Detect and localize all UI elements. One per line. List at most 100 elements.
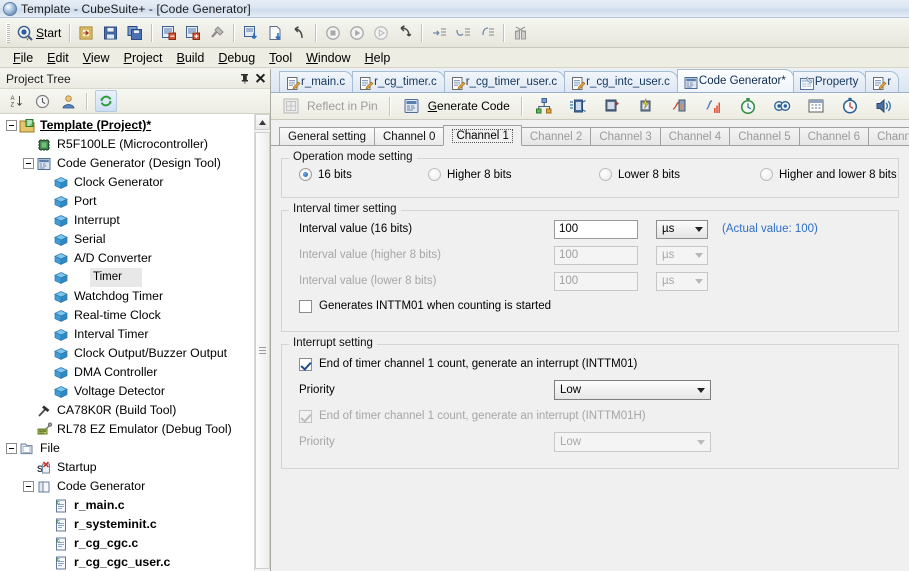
checkbox-indicator[interactable] [299,357,312,371]
sort-az-button[interactable]: A Z [5,90,27,112]
tree-toggle[interactable] [23,158,34,169]
tree-node[interactable]: Interrupt [0,211,254,230]
tree-node[interactable]: Interval Timer [0,325,254,344]
save-all-button[interactable] [123,20,147,46]
download-button[interactable] [239,20,263,46]
menu-view[interactable]: View [76,49,117,67]
step-over-button[interactable] [451,20,475,46]
document-tab[interactable]: r_cg_timer.c [352,71,445,92]
channel-tab[interactable]: General setting [279,127,375,146]
tree-node[interactable]: Timer [0,268,254,287]
step-out-button[interactable] [475,20,499,46]
rebuild-project-button[interactable] [181,20,205,46]
tree-node[interactable]: CA78K0R (Build Tool) [0,401,254,420]
dma-button[interactable] [902,94,909,119]
tree-vertical-scrollbar[interactable] [254,114,270,571]
run-button[interactable] [345,20,369,46]
tree-node[interactable]: c r_main.c [0,496,254,515]
stop-button[interactable] [321,20,345,46]
operation-mode-radio[interactable]: Lower 8 bits [599,168,680,181]
tree-node[interactable]: R5F100LE (Microcontroller) [0,135,254,154]
refresh-button[interactable] [95,90,117,112]
operation-mode-radio[interactable]: Higher and lower 8 bits [760,168,897,181]
serial-button[interactable] [664,94,698,119]
generate-code-button[interactable]: Generate Code [396,94,516,119]
pin-icon[interactable] [236,71,252,87]
step-in-button[interactable] [427,20,451,46]
scrollbar-track[interactable] [255,130,270,571]
tree-node[interactable]: A/D Converter [0,249,254,268]
menu-window[interactable]: Window [299,49,357,67]
save-button[interactable] [99,20,123,46]
tree-node[interactable]: Serial [0,230,254,249]
channel-tab[interactable]: Channel 1 [443,125,522,146]
checkbox-indicator[interactable] [299,299,312,313]
document-tab[interactable]: r_cg_intc_user.c [564,71,678,92]
menu-build[interactable]: Build [170,49,212,67]
tree-node[interactable]: Real-time Clock [0,306,254,325]
interval-value-input[interactable]: 100 [554,219,638,239]
document-tab[interactable]: r_cg_timer_user.c [443,71,566,92]
tree-node[interactable]: DMA Controller [0,363,254,382]
tree-node[interactable]: S Startup [0,458,254,477]
tree-node[interactable]: Code Generator (Design Tool) [0,154,254,173]
priority-select[interactable]: Low [554,380,711,400]
tree-node[interactable]: File [0,439,254,458]
watchdog-button[interactable] [766,94,800,119]
document-tab[interactable]: Property [792,71,867,92]
menu-file[interactable]: File [6,49,40,67]
channel-tab[interactable]: Channel 0 [374,127,445,146]
menu-project[interactable]: Project [117,49,170,67]
tree-node[interactable]: c r_systeminit.c [0,515,254,534]
tree-node[interactable]: Clock Output/Buzzer Output [0,344,254,363]
rtc-button[interactable] [800,94,834,119]
tree-toggle[interactable] [6,443,17,454]
step-run-button[interactable] [369,20,393,46]
return-button[interactable] [393,20,417,46]
document-tab[interactable]: r [865,71,900,92]
interrupt-button[interactable] [630,94,664,119]
project-tree-list[interactable]: Template (Project)* R5F100LE (Microcontro… [0,114,254,571]
generates-inttm01-row[interactable]: Generates INTTM01 when counting is start… [281,294,899,318]
tree-node[interactable]: c r_cg_cgc.c [0,534,254,553]
pin-config-button[interactable] [528,94,562,119]
scrollbar-thumb[interactable] [255,132,270,569]
menu-debug[interactable]: Debug [211,49,262,67]
interval-timer-button[interactable] [834,94,868,119]
tree-node[interactable]: Port [0,192,254,211]
menu-help[interactable]: Help [358,49,398,67]
tree-node[interactable]: Watchdog Timer [0,287,254,306]
tree-node[interactable]: Template (Project)* [0,116,254,135]
tree-toggle[interactable] [6,120,17,131]
start-button[interactable]: Start [13,20,65,46]
scroll-up-button[interactable] [255,114,270,130]
interval-unit-select[interactable]: µs [656,219,708,239]
ad-converter-button[interactable] [698,94,732,119]
reflect-in-pin-button[interactable]: Reflect in Pin [275,94,384,119]
clock-button[interactable] [31,90,53,112]
tree-node[interactable]: Clock Generator [0,173,254,192]
tree-node[interactable]: c r_cg_cgc_user.c [0,553,254,571]
tree-node[interactable]: RL78 EZ Emulator (Debug Tool) [0,420,254,439]
menu-tool[interactable]: Tool [262,49,299,67]
timer-button[interactable] [732,94,766,119]
clean-button[interactable] [205,20,229,46]
tree-node[interactable]: Voltage Detector [0,382,254,401]
undo-button[interactable] [287,20,311,46]
tree-toggle[interactable] [23,481,34,492]
interrupt-enable-row[interactable]: End of timer channel 1 count, generate a… [281,352,899,376]
open-project-button[interactable] [75,20,99,46]
buzzer-button[interactable] [868,94,902,119]
operation-mode-radio[interactable]: 16 bits [299,168,352,181]
menu-edit[interactable]: Edit [40,49,76,67]
tree-node[interactable]: Code Generator [0,477,254,496]
build-project-button[interactable] [157,20,181,46]
cut-build-button[interactable] [509,20,533,46]
close-icon[interactable] [252,71,268,87]
toolbar-grip[interactable] [6,22,10,43]
user-button[interactable] [57,90,79,112]
operation-mode-radio[interactable]: Higher 8 bits [428,168,512,181]
document-tab[interactable]: r_main.c [279,71,354,92]
clock-generator-button[interactable] [562,94,596,119]
upload-button[interactable] [263,20,287,46]
